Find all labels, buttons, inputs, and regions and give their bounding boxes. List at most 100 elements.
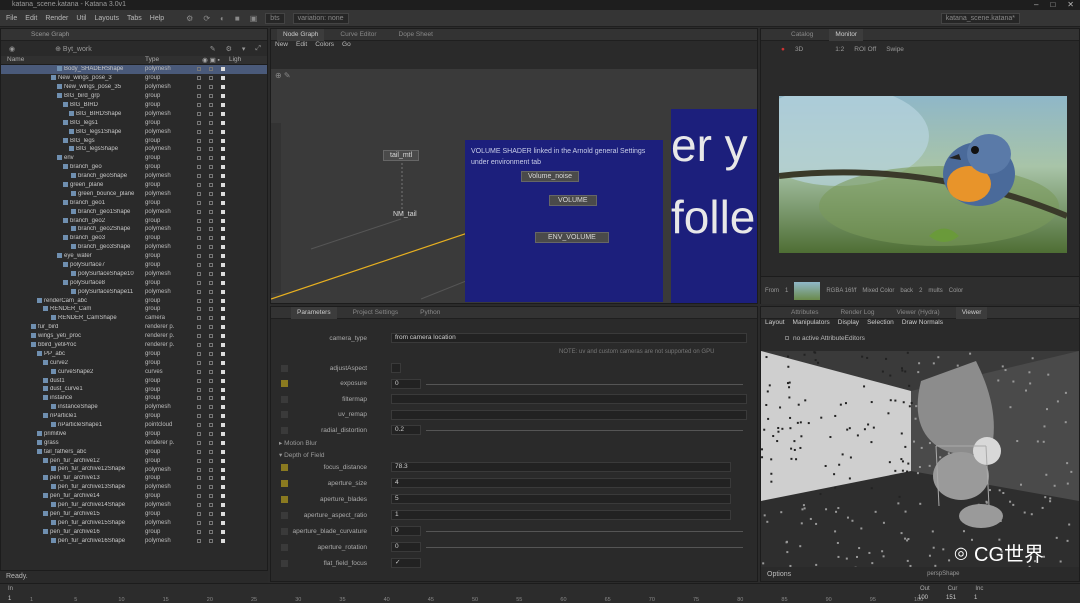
lock-icon[interactable] [281,543,288,551]
pencil-icon[interactable]: ✎ [210,45,216,53]
visibility-toggle[interactable] [197,271,201,276]
visibility-toggle[interactable] [197,369,201,374]
visibility-toggle[interactable] [221,298,225,303]
expand-icon[interactable]: ⤢ [255,45,261,53]
node-nm-tail[interactable]: NM_tail [387,210,423,219]
lock-icon[interactable] [281,495,288,503]
param-value[interactable]: 0 [391,378,421,389]
gear-icon[interactable]: ⚙ [186,14,193,23]
visibility-toggle[interactable] [197,351,201,356]
visibility-toggle[interactable] [221,147,225,152]
visibility-toggle[interactable] [221,289,225,294]
visibility-toggle[interactable] [209,414,213,419]
visibility-toggle[interactable] [197,405,201,410]
visibility-toggle[interactable] [209,138,213,143]
visibility-toggle[interactable] [221,94,225,99]
maximize-button[interactable]: □ [1050,0,1055,10]
tab-viewer-hydra[interactable]: Viewer (Hydra) [890,307,945,319]
ng-menu-colors[interactable]: Colors [315,41,334,51]
visibility-toggle[interactable] [209,316,213,321]
visibility-toggle[interactable] [221,503,225,508]
visibility-toggle[interactable] [221,423,225,428]
scene-graph-row[interactable]: branch_geo1 group [1,198,267,207]
menu-render[interactable]: Render [45,15,68,22]
visibility-toggle[interactable] [209,85,213,90]
variation-field[interactable]: variation: none [292,12,349,24]
lock-icon[interactable] [281,463,288,471]
visibility-toggle[interactable] [197,111,201,116]
viewer-menu-selection[interactable]: Selection [867,319,894,329]
tab-attributes[interactable]: Attributes [785,307,824,319]
visibility-toggle[interactable] [197,289,201,294]
visibility-toggle[interactable] [197,218,201,223]
visibility-toggle[interactable] [209,227,213,232]
column-type[interactable]: Type [145,56,193,64]
visibility-toggle[interactable] [197,414,201,419]
param-slider[interactable] [426,547,743,548]
visibility-toggle[interactable] [209,67,213,72]
visibility-toggle[interactable] [221,200,225,205]
visibility-toggle[interactable] [209,511,213,516]
visibility-toggle[interactable] [209,263,213,268]
param-value[interactable] [391,363,401,373]
scene-graph-row[interactable]: curve2 group [1,358,267,367]
visibility-toggle[interactable] [221,280,225,285]
node-graph-canvas[interactable]: tail_mtl NM_tail VOLUME SHADER linked in… [271,69,757,303]
lock-icon[interactable] [281,511,288,519]
scene-graph-row[interactable]: pen_fur_archive16Shape polymesh [1,536,267,545]
param-value[interactable]: 4 [391,478,731,488]
visibility-toggle[interactable] [221,476,225,481]
scene-graph-row[interactable]: branch_geo3Shape polymesh [1,243,267,252]
visibility-toggle[interactable] [197,494,201,499]
visibility-toggle[interactable] [209,431,213,436]
scene-graph-row[interactable]: branch_geo2Shape polymesh [1,225,267,234]
param-value[interactable]: ✓ [391,558,421,568]
visibility-toggle[interactable] [209,360,213,365]
visibility-toggle[interactable] [197,165,201,170]
visibility-toggle[interactable] [197,227,201,232]
visibility-toggle[interactable] [197,67,201,72]
monitor-mults[interactable]: mults [928,288,942,294]
scene-graph-row[interactable]: pen_fur_archive14Shape polymesh [1,501,267,510]
visibility-toggle[interactable] [197,334,201,339]
visibility-toggle[interactable] [221,529,225,534]
visibility-toggle[interactable] [221,111,225,116]
section-motion-blur[interactable]: ▸ Motion Blur [279,439,317,447]
visibility-toggle[interactable] [221,174,225,179]
thumbnail[interactable] [794,281,821,300]
scene-graph-row[interactable]: polySurface8 group [1,278,267,287]
visibility-toggle[interactable] [221,369,225,374]
visibility-toggle[interactable] [197,156,201,161]
param-value[interactable]: 78.3 [391,462,731,472]
scene-graph-row[interactable]: branch_geo1Shape polymesh [1,207,267,216]
visibility-toggle[interactable] [221,325,225,330]
3d-viewport[interactable] [761,351,1079,567]
view-icon[interactable]: ▣ [250,14,258,23]
visibility-toggle[interactable] [197,103,201,107]
visibility-toggle[interactable] [209,405,213,410]
visibility-toggle[interactable] [209,307,213,312]
visibility-toggle[interactable] [209,111,213,116]
lock-icon[interactable] [281,380,288,387]
visibility-toggle[interactable] [209,325,213,330]
visibility-toggle[interactable] [197,378,201,383]
node-graph-side-toolbar[interactable] [271,123,281,293]
visibility-toggle[interactable] [209,200,213,205]
visibility-toggle[interactable] [221,414,225,419]
param-value[interactable] [391,394,747,404]
visibility-toggle[interactable] [197,440,201,445]
visibility-toggle[interactable] [197,174,201,179]
tab-python[interactable]: Python [414,307,446,319]
menu-help[interactable]: Help [150,15,164,22]
visibility-toggle[interactable] [197,138,201,143]
visibility-toggle[interactable] [221,405,225,410]
viewer-camera[interactable]: perspShape [927,571,959,577]
visibility-toggle[interactable] [197,200,201,205]
lock-icon[interactable] [281,364,288,372]
scene-graph-row[interactable]: renderCam_abc group [1,296,267,305]
scene-graph-row[interactable]: polySurfaceShape11 polymesh [1,287,267,296]
node-volume-noise[interactable]: Volume_noise [521,171,579,182]
visibility-toggle[interactable] [221,538,225,543]
visibility-toggle[interactable] [221,103,225,107]
visibility-toggle[interactable] [209,351,213,356]
